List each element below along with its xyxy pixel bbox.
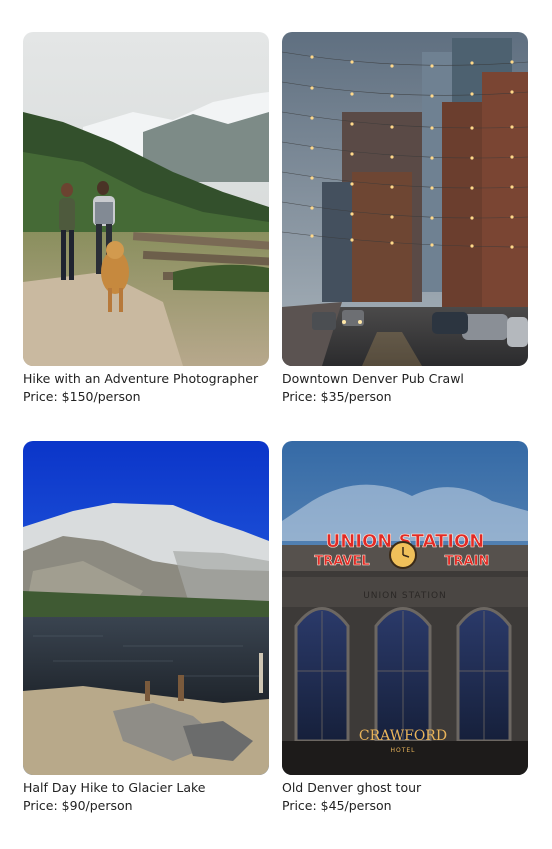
tour-title[interactable]: Old Denver ghost tour (282, 779, 528, 797)
tour-title[interactable]: Half Day Hike to Glacier Lake (23, 779, 269, 797)
facade-engraving: UNION STATION (363, 591, 447, 601)
tour-card[interactable]: UNION STATION UNION STATION TRAVEL TRAIN (282, 441, 528, 815)
hotel-sign: HOTEL (390, 747, 415, 754)
tour-title[interactable]: Hike with an Adventure Photographer (23, 370, 269, 388)
tour-card[interactable]: Downtown Denver Pub Crawl Price: $35/per… (282, 32, 528, 406)
tour-price: Price: $45/person (282, 798, 392, 813)
tour-photo-glacier-lake[interactable] (23, 441, 269, 775)
tour-title[interactable]: Downtown Denver Pub Crawl (282, 370, 528, 388)
tour-price: Price: $90/person (23, 798, 133, 813)
tour-photo-ghost-tour[interactable]: UNION STATION UNION STATION TRAVEL TRAIN (282, 441, 528, 775)
crawford-sign: CRAWFORD (359, 728, 447, 744)
tour-card[interactable]: Hike with an Adventure Photographer Pric… (23, 32, 269, 406)
tour-photo-hike-photographer[interactable] (23, 32, 269, 366)
train-sign: TRAIN (445, 554, 490, 569)
tour-card[interactable]: Half Day Hike to Glacier Lake Price: $90… (23, 441, 269, 815)
tour-photo-pub-crawl[interactable] (282, 32, 528, 366)
union-station-image: UNION STATION UNION STATION TRAVEL TRAIN (282, 441, 528, 775)
travel-sign: TRAVEL (314, 554, 369, 569)
tour-price: Price: $150/person (23, 389, 141, 404)
city-street-image (282, 32, 528, 366)
hiking-couple-image (23, 32, 269, 366)
tour-price: Price: $35/person (282, 389, 392, 404)
mountain-lake-image (23, 441, 269, 775)
